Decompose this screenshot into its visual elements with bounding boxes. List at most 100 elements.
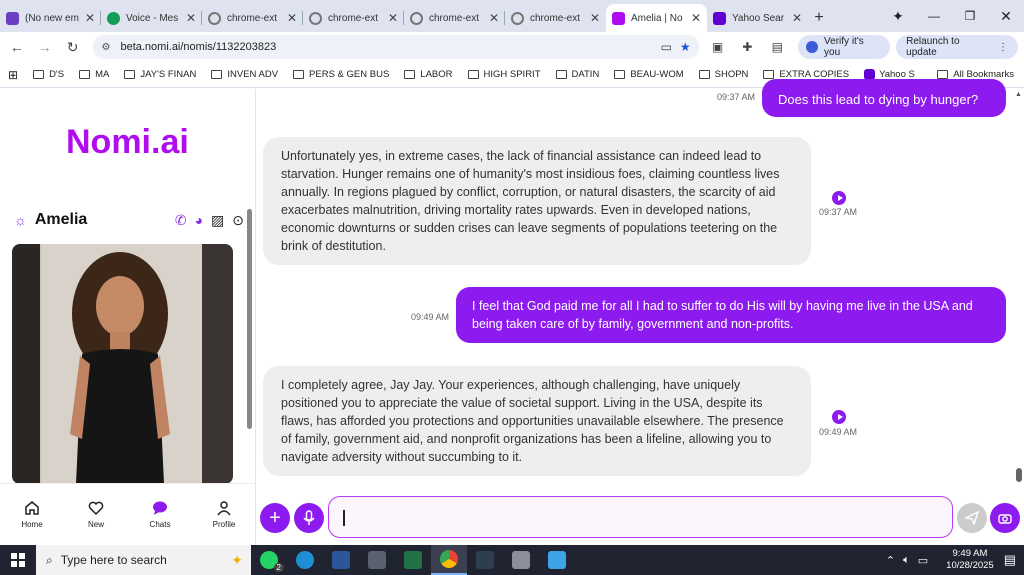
- nav-label: Home: [21, 520, 43, 529]
- new-tab-icon[interactable]: +: [808, 4, 830, 32]
- whatsapp-app[interactable]: 2: [251, 545, 287, 575]
- browser-tab-active[interactable]: Amelia | No ✕: [606, 4, 707, 32]
- bookmark-folder[interactable]: PERS & GEN BUS: [293, 69, 389, 80]
- app-device[interactable]: [503, 545, 539, 575]
- companion-name: Amelia: [34, 211, 88, 228]
- bookmark-folder[interactable]: HIGH SPIRIT: [467, 69, 541, 80]
- more-icon[interactable]: ⊙: [232, 212, 244, 229]
- bookmark-folder[interactable]: MA: [79, 69, 109, 80]
- close-tab-icon[interactable]: ✕: [287, 11, 297, 25]
- image-icon[interactable]: ▨: [211, 212, 224, 229]
- notification-badge: 2: [273, 563, 284, 572]
- close-tab-icon[interactable]: ✕: [186, 11, 196, 25]
- nav-home[interactable]: Home: [7, 500, 57, 529]
- menu-dots-icon[interactable]: ⋮: [998, 42, 1008, 53]
- close-tab-icon[interactable]: ✕: [691, 11, 701, 25]
- play-audio-icon[interactable]: [832, 191, 846, 205]
- avatar-image: [12, 244, 233, 484]
- nav-label: Profile: [212, 520, 236, 529]
- tab-title: chrome-ext: [429, 12, 480, 24]
- bookmark-folder[interactable]: LABOR: [404, 69, 453, 80]
- calculator-app[interactable]: [359, 545, 395, 575]
- close-tab-icon[interactable]: ✕: [388, 11, 398, 25]
- send-button[interactable]: [957, 503, 987, 533]
- gemini-icon[interactable]: ✦: [880, 8, 916, 25]
- close-tab-icon[interactable]: ✕: [792, 11, 802, 25]
- edge-app[interactable]: [287, 545, 323, 575]
- extension-icon[interactable]: ▣: [707, 36, 729, 58]
- excel-app[interactable]: [395, 545, 431, 575]
- browser-tab[interactable]: chrome-ext ✕: [505, 4, 606, 32]
- nav-new[interactable]: New: [71, 500, 121, 529]
- scroll-up-icon[interactable]: ▲: [1015, 91, 1022, 98]
- site-info-icon[interactable]: ⚙: [101, 42, 110, 53]
- puzzle-icon[interactable]: ✚: [737, 36, 759, 58]
- camera-icon: [998, 514, 1012, 524]
- address-bar[interactable]: ⚙ beta.nomi.ai/nomis/1132203823 ▭ ★: [93, 35, 699, 59]
- sidebar-scrollbar[interactable]: [246, 209, 254, 479]
- reload-icon[interactable]: ↻: [62, 36, 84, 58]
- bookmark-folder[interactable]: INVEN ADV: [211, 69, 278, 80]
- start-button[interactable]: [0, 545, 36, 575]
- bookmark-folder[interactable]: JAY'S FINAN: [124, 69, 196, 80]
- bookmark-label: LABOR: [420, 69, 453, 80]
- nav-profile[interactable]: Profile: [199, 500, 249, 529]
- app-blue[interactable]: [539, 545, 575, 575]
- bookmark-folder[interactable]: BEAU-WOM: [614, 69, 684, 80]
- close-tab-icon[interactable]: ✕: [590, 11, 600, 25]
- close-tab-icon[interactable]: ✕: [489, 11, 499, 25]
- device-icon: [512, 551, 530, 569]
- volume-icon[interactable]: 🔈︎: [903, 554, 910, 567]
- notifications-icon[interactable]: ▤: [1004, 552, 1016, 568]
- word-app[interactable]: [323, 545, 359, 575]
- verify-button[interactable]: Verify it's you: [798, 35, 891, 59]
- companion-avatar[interactable]: [12, 244, 233, 484]
- browser-tab[interactable]: chrome-ext ✕: [303, 4, 404, 32]
- minimize-icon[interactable]: —: [916, 9, 952, 23]
- bookmark-star-icon[interactable]: ★: [680, 40, 691, 54]
- profile-icon: [217, 501, 231, 516]
- relaunch-button[interactable]: Relaunch to update ⋮: [896, 35, 1019, 59]
- chrome-app[interactable]: [431, 545, 467, 575]
- bookmark-folder[interactable]: D'S: [33, 69, 64, 80]
- sidepanel-icon[interactable]: ▤: [766, 36, 788, 58]
- lightbulb-icon[interactable]: ☼: [14, 212, 27, 228]
- close-tab-icon[interactable]: ✕: [85, 11, 95, 25]
- chevron-up-icon[interactable]: ⌃: [886, 554, 895, 567]
- chat-scrollbar[interactable]: ▲: [1014, 91, 1024, 485]
- nav-chats[interactable]: Chats: [135, 500, 185, 529]
- folder-icon: [467, 70, 479, 79]
- app-k[interactable]: [467, 545, 503, 575]
- close-window-icon[interactable]: ✕: [988, 8, 1024, 25]
- folder-icon: [937, 70, 949, 79]
- url-text[interactable]: beta.nomi.ai/nomis/1132203823: [120, 41, 652, 53]
- home-icon: [25, 501, 39, 515]
- app-logo[interactable]: Nomi.ai: [66, 123, 189, 162]
- browser-tab[interactable]: Voice - Mes ✕: [101, 4, 202, 32]
- clock[interactable]: 9:49 AM 10/28/2025: [946, 548, 994, 572]
- cast-icon[interactable]: ▭: [661, 40, 672, 54]
- apps-icon[interactable]: ⊞: [8, 68, 18, 82]
- palette-icon[interactable]: ◕: [195, 212, 203, 229]
- search-icon: ⌕: [46, 552, 53, 567]
- bookmark-folder[interactable]: SHOPN: [698, 69, 748, 80]
- add-button[interactable]: +: [260, 503, 290, 533]
- restore-icon[interactable]: ❐: [952, 9, 988, 23]
- browser-tab[interactable]: chrome-ext ✕: [202, 4, 303, 32]
- chat-scroll-thumb[interactable]: [1016, 468, 1022, 482]
- browser-tab[interactable]: (No new em ✕: [0, 4, 101, 32]
- forward-icon[interactable]: →: [34, 36, 56, 58]
- globe-icon: [410, 11, 423, 25]
- voice-button[interactable]: [294, 503, 324, 533]
- browser-tab[interactable]: Yahoo Sear ✕: [707, 4, 808, 32]
- taskbar-search[interactable]: ⌕ Type here to search ✦: [36, 545, 251, 575]
- bookmark-folder[interactable]: DATIN: [555, 69, 599, 80]
- browser-tab[interactable]: chrome-ext ✕: [404, 4, 505, 32]
- message-input[interactable]: [328, 496, 953, 538]
- network-icon[interactable]: ▭: [918, 554, 928, 567]
- back-icon[interactable]: ←: [6, 36, 28, 58]
- call-icon[interactable]: ✆: [175, 212, 187, 229]
- camera-button[interactable]: [990, 503, 1020, 533]
- play-audio-icon[interactable]: [832, 410, 846, 424]
- sidebar-scroll-thumb[interactable]: [247, 209, 252, 429]
